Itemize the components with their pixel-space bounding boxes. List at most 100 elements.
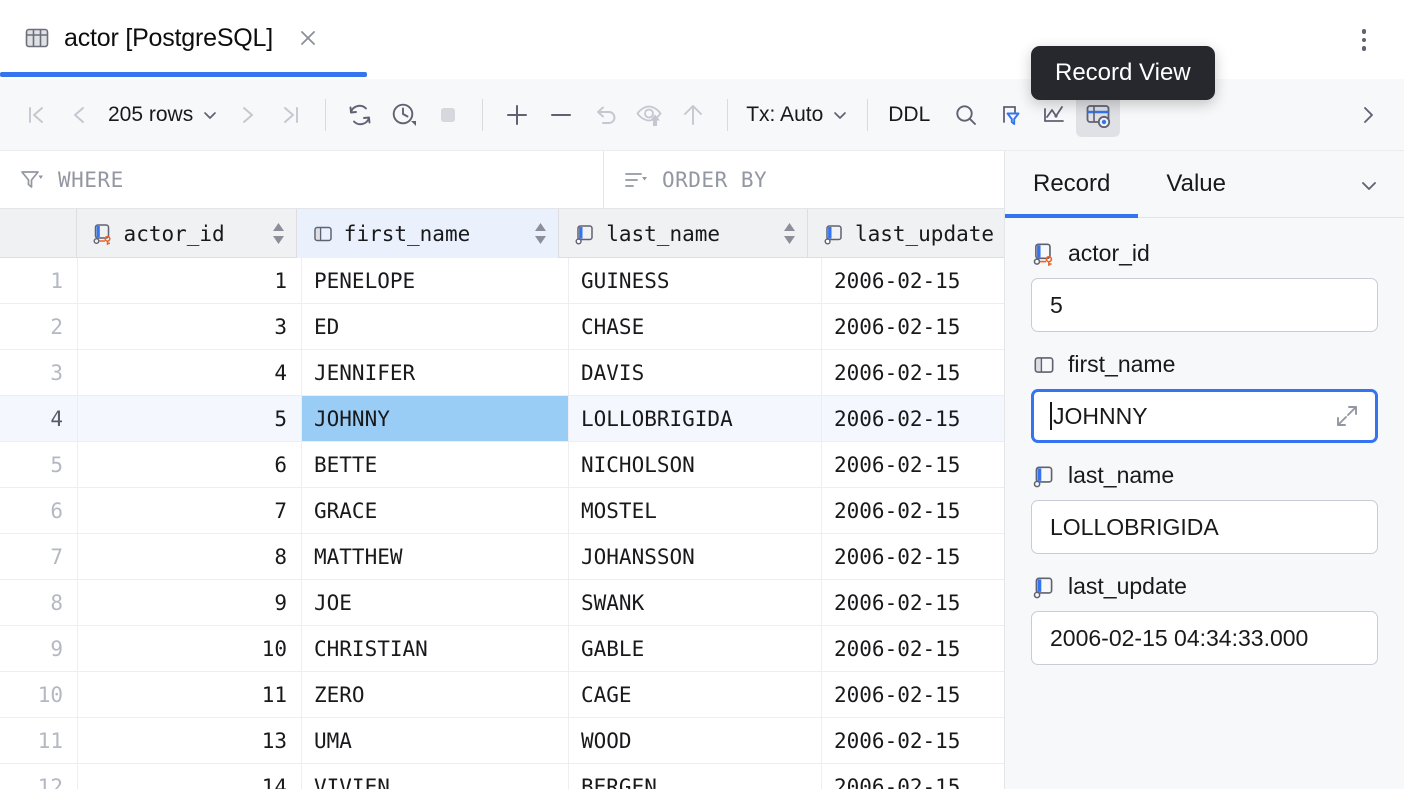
submit-changes-icon[interactable] xyxy=(671,93,715,137)
column-header-first_name[interactable]: first_name xyxy=(297,209,559,258)
cell-actor_id[interactable]: 3 xyxy=(78,304,302,349)
column-header-last_update[interactable]: last_update xyxy=(808,209,1004,258)
cell-last_name[interactable]: MOSTEL xyxy=(569,488,822,533)
cell-last_update[interactable]: 2006-02-15 xyxy=(822,534,1004,579)
expand-editor-icon[interactable] xyxy=(1333,402,1361,430)
column-header-last_name[interactable]: last_name xyxy=(559,209,808,258)
stop-icon[interactable] xyxy=(426,93,470,137)
search-icon[interactable] xyxy=(944,93,988,137)
filter-icon[interactable] xyxy=(988,93,1032,137)
cell-last_name[interactable]: CHASE xyxy=(569,304,822,349)
cell-actor_id[interactable]: 8 xyxy=(78,534,302,579)
cell-last_update[interactable]: 2006-02-15 xyxy=(822,718,1004,763)
sort-toggle-icon[interactable] xyxy=(533,223,548,244)
record-input-first_name[interactable]: JOHNNY xyxy=(1031,389,1378,443)
close-icon[interactable] xyxy=(295,25,321,51)
cell-last_update[interactable]: 2006-02-15 xyxy=(822,396,1004,441)
record-view-tooltip: Record View xyxy=(1031,46,1215,100)
cell-last_update[interactable]: 2006-02-15 xyxy=(822,764,1004,789)
table-row[interactable]: 2 3 ED CHASE 2006-02-15 xyxy=(0,304,1004,350)
chevron-down-icon[interactable] xyxy=(1356,173,1382,199)
tab-actor-postgresql[interactable]: actor [PostgreSQL] xyxy=(0,0,339,76)
cell-last_name[interactable]: NICHOLSON xyxy=(569,442,822,487)
table-row[interactable]: 1 1 PENELOPE GUINESS 2006-02-15 xyxy=(0,258,1004,304)
table-row[interactable]: 7 8 MATTHEW JOHANSSON 2006-02-15 xyxy=(0,534,1004,580)
cell-last_update[interactable]: 2006-02-15 xyxy=(822,350,1004,395)
cell-last_update[interactable]: 2006-02-15 xyxy=(822,442,1004,487)
sort-toggle-icon[interactable] xyxy=(271,223,286,244)
cell-first_name[interactable]: ED xyxy=(302,304,569,349)
cell-first_name[interactable]: VIVIEN xyxy=(302,764,569,789)
revert-changes-icon[interactable] xyxy=(583,93,627,137)
tab-record[interactable]: Record xyxy=(1005,151,1138,217)
cell-first_name[interactable]: ZERO xyxy=(302,672,569,717)
orderby-filter[interactable]: ORDER BY xyxy=(604,151,1004,209)
cell-last_name[interactable]: GABLE xyxy=(569,626,822,671)
cell-first_name[interactable]: JOE xyxy=(302,580,569,625)
first-page-icon[interactable] xyxy=(14,93,58,137)
cell-actor_id[interactable]: 9 xyxy=(78,580,302,625)
table-row[interactable]: 5 6 BETTE NICHOLSON 2006-02-15 xyxy=(0,442,1004,488)
cell-last_name[interactable]: LOLLOBRIGIDA xyxy=(569,396,822,441)
table-row-selected[interactable]: 4 5 JOHNNY LOLLOBRIGIDA 2006-02-15 xyxy=(0,396,1004,442)
cell-actor_id[interactable]: 11 xyxy=(78,672,302,717)
cell-last_name[interactable]: WOOD xyxy=(569,718,822,763)
cell-last_update[interactable]: 2006-02-15 xyxy=(822,258,1004,303)
where-filter[interactable]: WHERE xyxy=(0,151,604,209)
row-count-selector[interactable]: 205 rows xyxy=(102,93,225,137)
table-row[interactable]: 8 9 JOE SWANK 2006-02-15 xyxy=(0,580,1004,626)
cell-last_update[interactable]: 2006-02-15 xyxy=(822,488,1004,533)
cell-last_update[interactable]: 2006-02-15 xyxy=(822,580,1004,625)
next-page-icon[interactable] xyxy=(225,93,269,137)
cell-first_name[interactable]: PENELOPE xyxy=(302,258,569,303)
table-row[interactable]: 6 7 GRACE MOSTEL 2006-02-15 xyxy=(0,488,1004,534)
cell-last_name[interactable]: GUINESS xyxy=(569,258,822,303)
column-header-actor_id[interactable]: actor_id xyxy=(77,209,297,258)
last-page-icon[interactable] xyxy=(269,93,313,137)
cell-actor_id[interactable]: 10 xyxy=(78,626,302,671)
cell-actor_id[interactable]: 4 xyxy=(78,350,302,395)
cell-first_name[interactable]: JENNIFER xyxy=(302,350,569,395)
table-row[interactable]: 11 13 UMA WOOD 2006-02-15 xyxy=(0,718,1004,764)
table-row[interactable]: 12 14 VIVIEN BERGEN 2006-02-15 xyxy=(0,764,1004,789)
cell-last_update[interactable]: 2006-02-15 xyxy=(822,304,1004,349)
transaction-mode-selector[interactable]: Tx: Auto xyxy=(740,93,855,137)
toolbar-overflow-icon[interactable] xyxy=(1346,93,1390,137)
sort-toggle-icon[interactable] xyxy=(782,223,797,244)
query-history-icon[interactable] xyxy=(382,93,426,137)
cell-actor_id[interactable]: 5 xyxy=(78,396,302,441)
previous-page-icon[interactable] xyxy=(58,93,102,137)
cell-actor_id[interactable]: 14 xyxy=(78,764,302,789)
add-row-icon[interactable] xyxy=(495,93,539,137)
cell-last_name[interactable]: BERGEN xyxy=(569,764,822,789)
cell-first_name[interactable]: BETTE xyxy=(302,442,569,487)
cell-last_update[interactable]: 2006-02-15 xyxy=(822,672,1004,717)
tab-value[interactable]: Value xyxy=(1138,151,1254,217)
cell-last_update[interactable]: 2006-02-15 xyxy=(822,626,1004,671)
cell-last_name[interactable]: DAVIS xyxy=(569,350,822,395)
ddl-button[interactable]: DDL xyxy=(880,103,938,127)
cell-first_name[interactable]: MATTHEW xyxy=(302,534,569,579)
table-row[interactable]: 10 11 ZERO CAGE 2006-02-15 xyxy=(0,672,1004,718)
record-input-last_name[interactable]: LOLLOBRIGIDA xyxy=(1031,500,1378,554)
cell-first_name-selected[interactable]: JOHNNY xyxy=(302,396,569,441)
cell-first_name[interactable]: UMA xyxy=(302,718,569,763)
table-row[interactable]: 9 10 CHRISTIAN GABLE 2006-02-15 xyxy=(0,626,1004,672)
refresh-icon[interactable] xyxy=(338,93,382,137)
cell-actor_id[interactable]: 7 xyxy=(78,488,302,533)
cell-last_name[interactable]: CAGE xyxy=(569,672,822,717)
primary-key-column-icon xyxy=(1031,241,1057,267)
cell-last_name[interactable]: SWANK xyxy=(569,580,822,625)
cell-actor_id[interactable]: 13 xyxy=(78,718,302,763)
table-row[interactable]: 3 4 JENNIFER DAVIS 2006-02-15 xyxy=(0,350,1004,396)
more-options-icon[interactable] xyxy=(1350,26,1378,54)
cell-last_name[interactable]: JOHANSSON xyxy=(569,534,822,579)
cell-first_name[interactable]: GRACE xyxy=(302,488,569,533)
cell-actor_id[interactable]: 1 xyxy=(78,258,302,303)
record-input-last_update[interactable]: 2006-02-15 04:34:33.000 xyxy=(1031,611,1378,665)
preview-pending-changes-icon[interactable] xyxy=(627,93,671,137)
delete-row-icon[interactable] xyxy=(539,93,583,137)
cell-first_name[interactable]: CHRISTIAN xyxy=(302,626,569,671)
cell-actor_id[interactable]: 6 xyxy=(78,442,302,487)
record-input-actor_id[interactable]: 5 xyxy=(1031,278,1378,332)
